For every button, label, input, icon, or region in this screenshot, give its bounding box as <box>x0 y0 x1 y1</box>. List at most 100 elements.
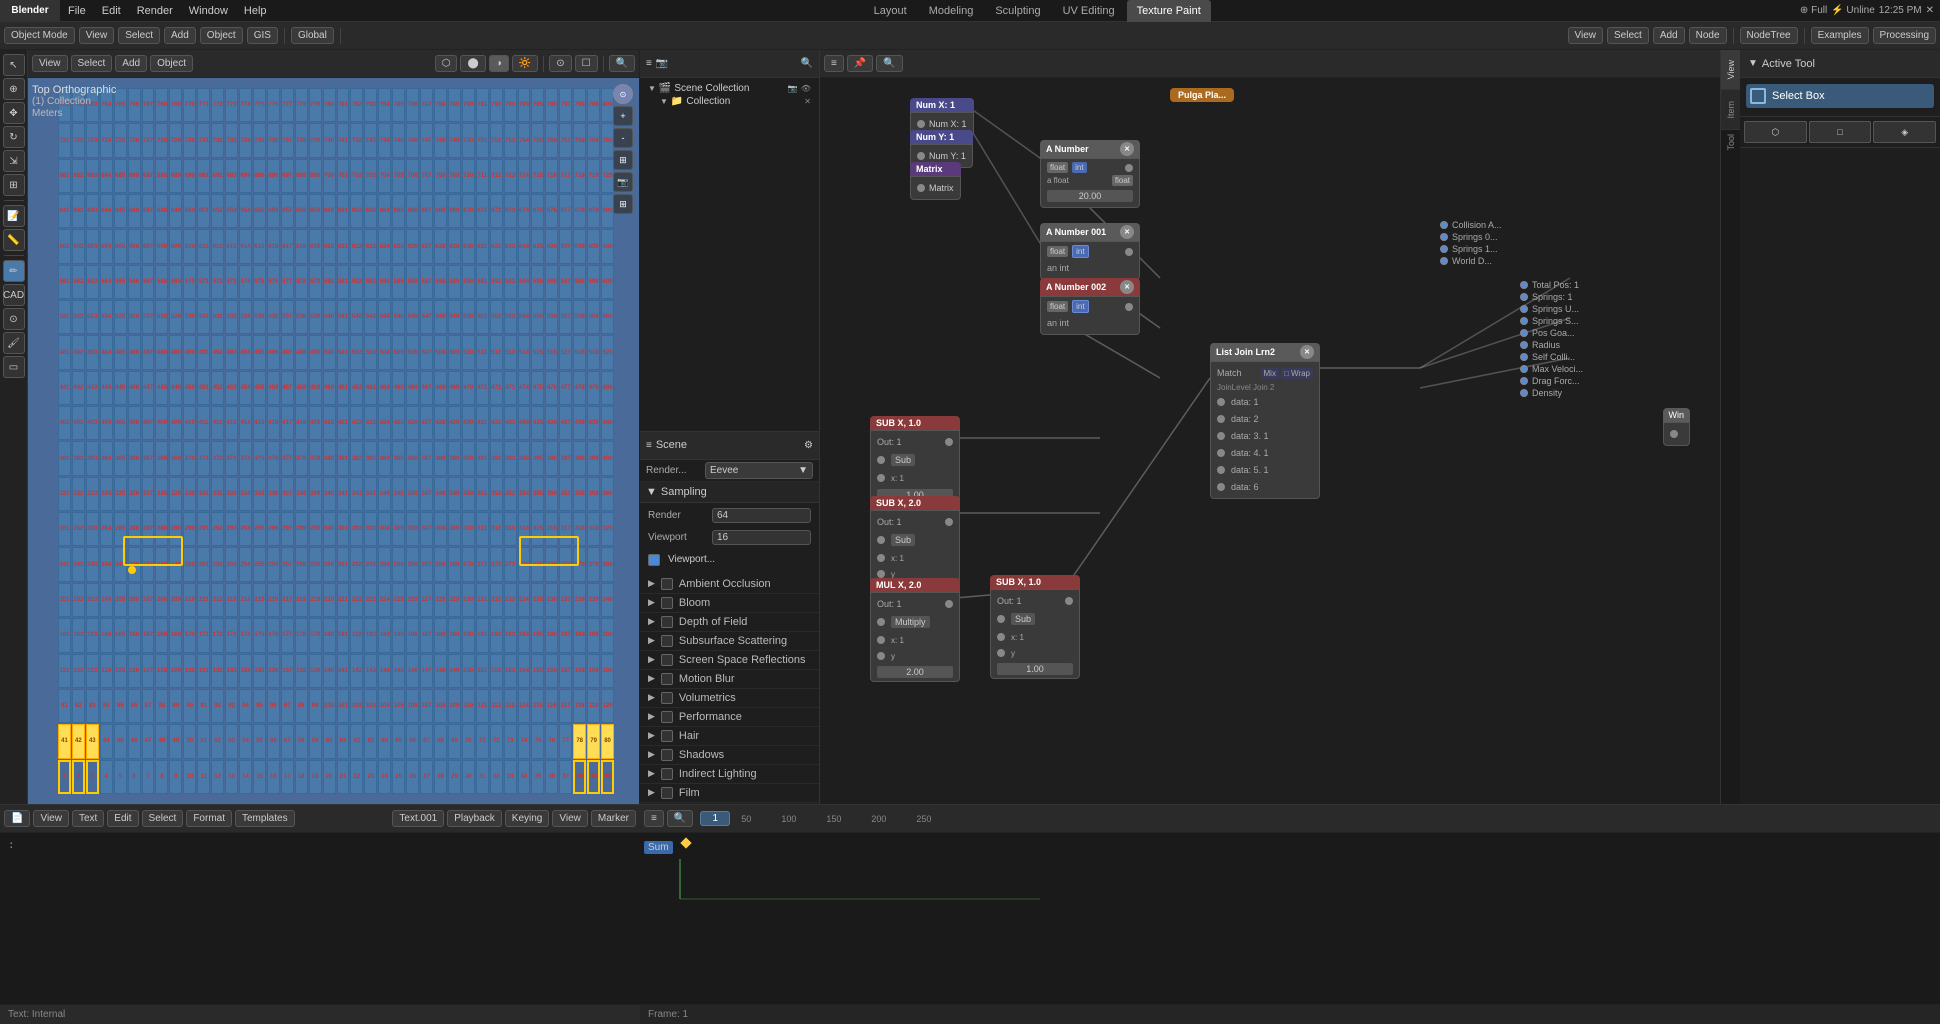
tool-transform[interactable]: ⊞ <box>3 174 25 196</box>
menu-edit[interactable]: Edit <box>94 0 129 22</box>
node-menu[interactable]: Node <box>1689 27 1727 44</box>
node-mul-x-20[interactable]: MUL X, 2.0 Out: 1 Multiply x: 1 <box>870 578 960 682</box>
te-templates-menu[interactable]: Templates <box>235 810 295 827</box>
te-filename[interactable]: Text.001 <box>392 810 444 827</box>
scene-visible-icon[interactable]: 👁 <box>801 84 811 93</box>
nav-zoom-in[interactable]: + <box>613 106 633 126</box>
vp-select[interactable]: Select <box>71 55 113 72</box>
object-menu[interactable]: Object <box>200 27 243 44</box>
node-list-join[interactable]: List Join Lrn2 ✕ Match Mix □ Wrap JoinLe… <box>1210 343 1320 499</box>
vp-shading-material[interactable]: ◑ <box>489 55 509 72</box>
scene-search[interactable]: 🔍 <box>801 58 813 69</box>
te-select-menu[interactable]: Select <box>142 810 184 827</box>
node-orange-header[interactable]: Pulga Pla... <box>1170 88 1234 102</box>
node-filter[interactable]: ≡ <box>824 55 844 72</box>
scene-collection-item[interactable]: ▼ 🎬 Scene Collection 📷 👁 <box>644 82 815 95</box>
tool-brush[interactable]: 🖌 <box>3 332 25 354</box>
denoising-checkbox[interactable] <box>648 554 660 566</box>
te-view-menu[interactable]: View <box>33 810 69 827</box>
te-keying[interactable]: Keying <box>505 810 550 827</box>
tool-measure[interactable]: 📏 <box>3 229 25 251</box>
node-search[interactable]: 🔍 <box>876 55 902 72</box>
viewport-samples-input[interactable]: 16 <box>712 530 811 545</box>
add-menu[interactable]: Add <box>164 27 196 44</box>
node-a-number-001[interactable]: A Number 001 ✕ float int an int <box>1040 223 1140 280</box>
render-section-performance[interactable]: ▶ Performance <box>640 708 819 727</box>
nav-view-grid[interactable]: ⊞ <box>613 150 633 170</box>
view-menu-node[interactable]: View <box>1568 27 1604 44</box>
timeline-content[interactable]: Sum <box>640 833 1940 1004</box>
render-section-depth-of-field[interactable]: ▶ Depth of Field <box>640 613 819 632</box>
tool-cursor[interactable]: ↖ <box>3 54 25 76</box>
render-section-bloom[interactable]: ▶ Bloom <box>640 594 819 613</box>
tool-move[interactable]: ✥ <box>3 102 25 124</box>
vp-shading-solid[interactable]: ⬤ <box>460 55 485 72</box>
tab-modeling[interactable]: Modeling <box>919 0 984 22</box>
expand-scene-icon[interactable]: ▼ <box>648 84 656 93</box>
vp-search[interactable]: 🔍 <box>609 55 635 72</box>
vp-view[interactable]: View <box>32 55 68 72</box>
nav-sphere[interactable]: ⊙ <box>613 84 633 104</box>
sidebar-item-btn[interactable]: Item <box>1721 90 1740 130</box>
te-format-menu[interactable]: Format <box>186 810 232 827</box>
nodetree-selector[interactable]: NodeTree <box>1740 27 1798 44</box>
menu-help[interactable]: Help <box>236 0 275 22</box>
scene-camera-icon[interactable]: 📷 <box>788 84 798 93</box>
vp-add[interactable]: Add <box>115 55 147 72</box>
global-local[interactable]: Global <box>291 27 334 44</box>
viewport-content[interactable]: Top Orthographic (1) Collection Meters 7… <box>28 78 639 804</box>
te-edit-menu[interactable]: Edit <box>107 810 138 827</box>
expand-col-icon[interactable]: ▼ <box>660 97 668 106</box>
tl-filter[interactable]: ≡ <box>644 810 664 827</box>
render-section-subsurface-scattering[interactable]: ▶ Subsurface Scattering <box>640 632 819 651</box>
render-engine-dropdown[interactable]: Eevee ▼ <box>705 462 813 479</box>
tab-uv-editing[interactable]: UV Editing <box>1053 0 1125 22</box>
timeline-graph[interactable] <box>640 859 1940 1004</box>
render-section-indirect-lighting[interactable]: ▶ Indirect Lighting <box>640 765 819 784</box>
node-canvas[interactable]: Pulga Pla... Num X: 1 Num X: 1 Num Y: 1 … <box>820 78 1720 804</box>
tool-icon-1[interactable]: ⬡ <box>1744 121 1807 143</box>
render-section-volumetrics[interactable]: ▶ Volumetrics <box>640 689 819 708</box>
render-section-hair[interactable]: ▶ Hair <box>640 727 819 746</box>
close-btn[interactable]: ✕ <box>1926 5 1934 16</box>
node-a-number-002[interactable]: A Number 002 ✕ float int an int <box>1040 278 1140 335</box>
te-text-menu[interactable]: Text <box>72 810 104 827</box>
processing-btn[interactable]: Processing <box>1873 27 1936 44</box>
tool-cursor2[interactable]: ⊕ <box>3 78 25 100</box>
te-marker[interactable]: Marker <box>591 810 636 827</box>
select-menu[interactable]: Select <box>118 27 160 44</box>
nav-camera[interactable]: 📷 <box>613 172 633 192</box>
render-section-motion-blur[interactable]: ▶ Motion Blur <box>640 670 819 689</box>
render-section-shadows[interactable]: ▶ Shadows <box>640 746 819 765</box>
render-section-ambient-occlusion[interactable]: ▶ Ambient Occlusion <box>640 575 819 594</box>
tool-box[interactable]: ▭ <box>3 356 25 378</box>
select-box-tool[interactable]: Select Box <box>1746 84 1934 108</box>
mode-selector[interactable]: Object Mode <box>4 27 75 44</box>
col-exclude-icon[interactable]: ✕ <box>804 97 811 106</box>
vp-shading-wire[interactable]: ⬡ <box>435 55 458 72</box>
node-sub-x-10-b[interactable]: SUB X, 1.0 Out: 1 Sub x: 1 <box>990 575 1080 679</box>
te-playback[interactable]: Playback <box>447 810 502 827</box>
render-section-film[interactable]: ▶ Film <box>640 784 819 803</box>
properties-filter[interactable]: ≡ <box>646 440 652 451</box>
tool-icon-2[interactable]: □ <box>1809 121 1872 143</box>
render-section-screen-space-reflections[interactable]: ▶ Screen Space Reflections <box>640 651 819 670</box>
tab-texture-paint[interactable]: Texture Paint <box>1127 0 1211 22</box>
menu-file[interactable]: File <box>60 0 94 22</box>
node-win[interactable]: Win <box>1663 408 1691 446</box>
menu-render[interactable]: Render <box>129 0 181 22</box>
text-editor-content[interactable]: : <box>0 833 640 1004</box>
examples-btn[interactable]: Examples <box>1811 27 1869 44</box>
tl-search[interactable]: 🔍 <box>667 810 693 827</box>
view-menu[interactable]: View <box>79 27 115 44</box>
menu-window[interactable]: Window <box>181 0 236 22</box>
scene-settings-icon[interactable]: ⚙ <box>804 440 813 451</box>
tab-layout[interactable]: Layout <box>864 0 917 22</box>
add-menu-node[interactable]: Add <box>1653 27 1685 44</box>
tool-custom2[interactable]: ⊙ <box>3 308 25 330</box>
node-a-number[interactable]: A Number ✕ float int a float float 20.00 <box>1040 140 1140 208</box>
vp-xray[interactable]: ☐ <box>575 55 598 72</box>
nav-frame[interactable]: ⊞ <box>613 194 633 214</box>
tool-edit-mode[interactable]: ✏ <box>3 260 25 282</box>
vp-object[interactable]: Object <box>150 55 193 72</box>
